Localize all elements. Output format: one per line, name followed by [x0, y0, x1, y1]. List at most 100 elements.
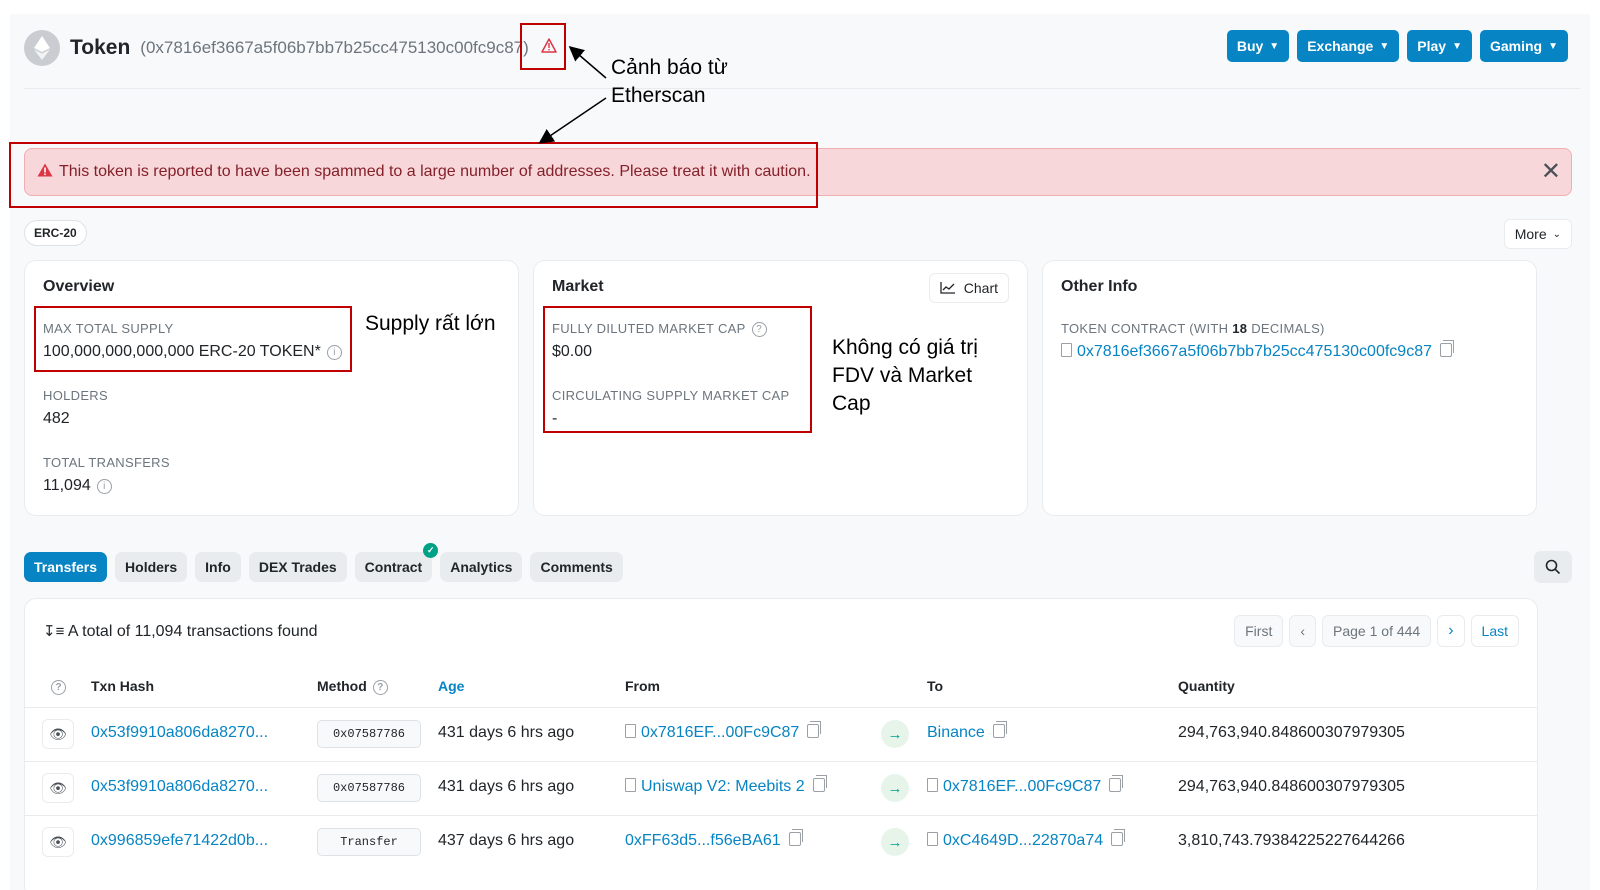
quantity-value: 3,810,743.79384225227644266 [1178, 832, 1405, 849]
help-icon[interactable]: ? [372, 680, 388, 695]
arrow-right-icon: → [881, 828, 909, 856]
holders-value: 482 [43, 410, 70, 427]
to-address-link[interactable]: 0xC4649D...22870a74 [943, 832, 1103, 849]
chart-icon [940, 282, 955, 294]
transfers-value: 11,094 i [43, 477, 112, 495]
from-address-link[interactable]: 0x7816EF...00Fc9C87 [641, 724, 799, 741]
from-cell: Uniswap V2: Meebits 2 [625, 775, 827, 796]
copy-icon[interactable] [807, 721, 822, 738]
to-address-link[interactable]: 0x7816EF...00Fc9C87 [943, 778, 1101, 795]
exchange-button[interactable]: Exchange ▼ [1297, 30, 1400, 62]
age-value: 431 days 6 hrs ago [438, 724, 575, 741]
copy-icon[interactable] [788, 829, 803, 846]
page-title: Token [70, 36, 131, 59]
total-transactions: ↧≡ A total of 11,094 transactions found [43, 622, 318, 641]
header-quantity: Quantity [1178, 678, 1235, 694]
arrow-right-icon: → [881, 720, 909, 748]
search-icon [1545, 559, 1561, 575]
chevron-down-icon: ⌄ [1552, 228, 1561, 240]
tab-contract-label: Contract [364, 559, 423, 575]
tab-analytics[interactable]: Analytics [440, 552, 523, 582]
tab-info[interactable]: Info [195, 552, 241, 582]
tab-dex-trades[interactable]: DEX Trades [248, 552, 347, 582]
copy-icon[interactable] [812, 775, 827, 792]
eye-icon[interactable]: 👁 [42, 827, 74, 857]
annotation-warning-note: Cảnh báo từ Etherscan [611, 54, 728, 110]
token-tabs: Transfers Holders Info DEX Trades Contra… [24, 543, 623, 582]
close-icon[interactable]: ✕ [1541, 159, 1561, 185]
table-row: 👁 0x53f9910a806da8270... 0x07587786 431 … [25, 707, 1537, 761]
contract-decimals: 18 [1232, 321, 1248, 336]
token-address[interactable]: (0x7816ef3667a5f06b7bb7b25cc475130c00fc9… [140, 38, 529, 58]
method-badge: Transfer [317, 828, 421, 856]
from-address-link[interactable]: Uniswap V2: Meebits 2 [641, 778, 805, 795]
verified-check-icon: ✓ [423, 543, 439, 558]
info-icon[interactable]: i [96, 479, 112, 494]
to-cell: 0xC4649D...22870a74 [927, 829, 1126, 850]
annotation-supply-note: Supply rất lớn [365, 312, 496, 335]
help-icon[interactable]: ? [51, 678, 66, 695]
chart-button[interactable]: Chart [928, 273, 1009, 303]
play-button[interactable]: Play ▼ [1407, 30, 1472, 62]
quantity-value: 294,763,940.848600307979305 [1178, 724, 1405, 741]
annotation-market-line2: FDV và Market [832, 364, 973, 387]
pagination: First ‹ Page 1 of 444 › Last [1234, 615, 1519, 647]
last-page-button[interactable]: Last [1470, 615, 1519, 647]
tab-comments[interactable]: Comments [530, 552, 623, 582]
header-txn-hash: Txn Hash [91, 678, 155, 694]
from-address-link[interactable]: 0xFF63d5...f56eBA61 [625, 832, 781, 849]
market-title: Market [552, 278, 604, 295]
buy-button[interactable]: Buy ▼ [1226, 30, 1290, 62]
chevron-left-icon[interactable]: ‹ [1289, 615, 1317, 647]
copy-icon[interactable] [1111, 829, 1126, 846]
top-nav-buttons: Buy ▼ Exchange ▼ Play ▼ Gaming ▼ [1226, 30, 1568, 62]
page-header: Token (0x7816ef3667a5f06b7bb7b25cc475130… [24, 28, 1580, 68]
annotation-market-line3: Cap [832, 392, 871, 415]
age-value: 431 days 6 hrs ago [438, 778, 575, 795]
header-age[interactable]: Age [438, 678, 464, 694]
eye-icon[interactable]: 👁 [42, 719, 74, 749]
overview-title: Overview [43, 278, 115, 295]
chevron-down-icon: ▼ [1379, 40, 1390, 52]
annotation-warning-line2: Etherscan [611, 84, 706, 107]
first-page-button[interactable]: First [1234, 615, 1284, 647]
from-cell: 0x7816EF...00Fc9C87 [625, 721, 822, 742]
txn-hash-link[interactable]: 0x53f9910a806da8270... [91, 778, 268, 796]
more-label: More [1514, 226, 1547, 242]
annotation-box-market [543, 306, 812, 433]
gaming-button-label: Gaming [1489, 38, 1543, 54]
tab-transfers[interactable]: Transfers [24, 552, 108, 582]
method-badge: 0x07587786 [317, 774, 421, 802]
chevron-right-icon[interactable]: › [1437, 615, 1465, 647]
page-indicator: Page 1 of 444 [1322, 615, 1432, 647]
other-info-card: Other Info TOKEN CONTRACT (WITH 18 DECIM… [1042, 260, 1537, 516]
eye-icon[interactable]: 👁 [42, 773, 74, 803]
overview-card: Overview MAX TOTAL SUPPLY 100,000,000,00… [24, 260, 519, 516]
exchange-button-label: Exchange [1307, 38, 1374, 54]
txn-hash-link[interactable]: 0x996859efe71422d0b... [91, 832, 268, 850]
txn-hash-link[interactable]: 0x53f9910a806da8270... [91, 724, 268, 742]
more-dropdown-button[interactable]: More ⌄ [1503, 219, 1572, 249]
to-address-link[interactable]: Binance [927, 724, 985, 741]
to-cell: Binance [927, 721, 1007, 742]
annotation-box-warning-icon [520, 23, 566, 70]
ethereum-logo-icon [24, 30, 60, 66]
chevron-down-icon: ▼ [1452, 40, 1462, 52]
copy-icon[interactable] [1109, 775, 1124, 792]
tab-contract[interactable]: Contract ✓ [354, 543, 439, 582]
search-button[interactable] [1534, 551, 1572, 583]
tab-holders[interactable]: Holders [115, 552, 188, 582]
total-transactions-text: A total of 11,094 transactions found [67, 623, 318, 640]
chevron-down-icon: ▼ [1548, 40, 1558, 52]
copy-icon[interactable] [1439, 340, 1454, 357]
token-contract-link[interactable]: 0x7816ef3667a5f06b7bb7b25cc475130c00fc9c… [1077, 343, 1432, 360]
gaming-button[interactable]: Gaming ▼ [1479, 30, 1568, 62]
holders-label: HOLDERS [43, 388, 108, 403]
transfers-table: ↧≡ A total of 11,094 transactions found … [24, 598, 1538, 890]
token-contract-value: 0x7816ef3667a5f06b7bb7b25cc475130c00fc9c… [1061, 340, 1454, 361]
to-cell: 0x7816EF...00Fc9C87 [927, 775, 1124, 796]
contract-file-icon [625, 778, 636, 792]
copy-icon[interactable] [992, 721, 1007, 738]
annotation-box-supply [34, 306, 352, 372]
contract-label-pre: TOKEN CONTRACT (WITH [1061, 321, 1233, 336]
